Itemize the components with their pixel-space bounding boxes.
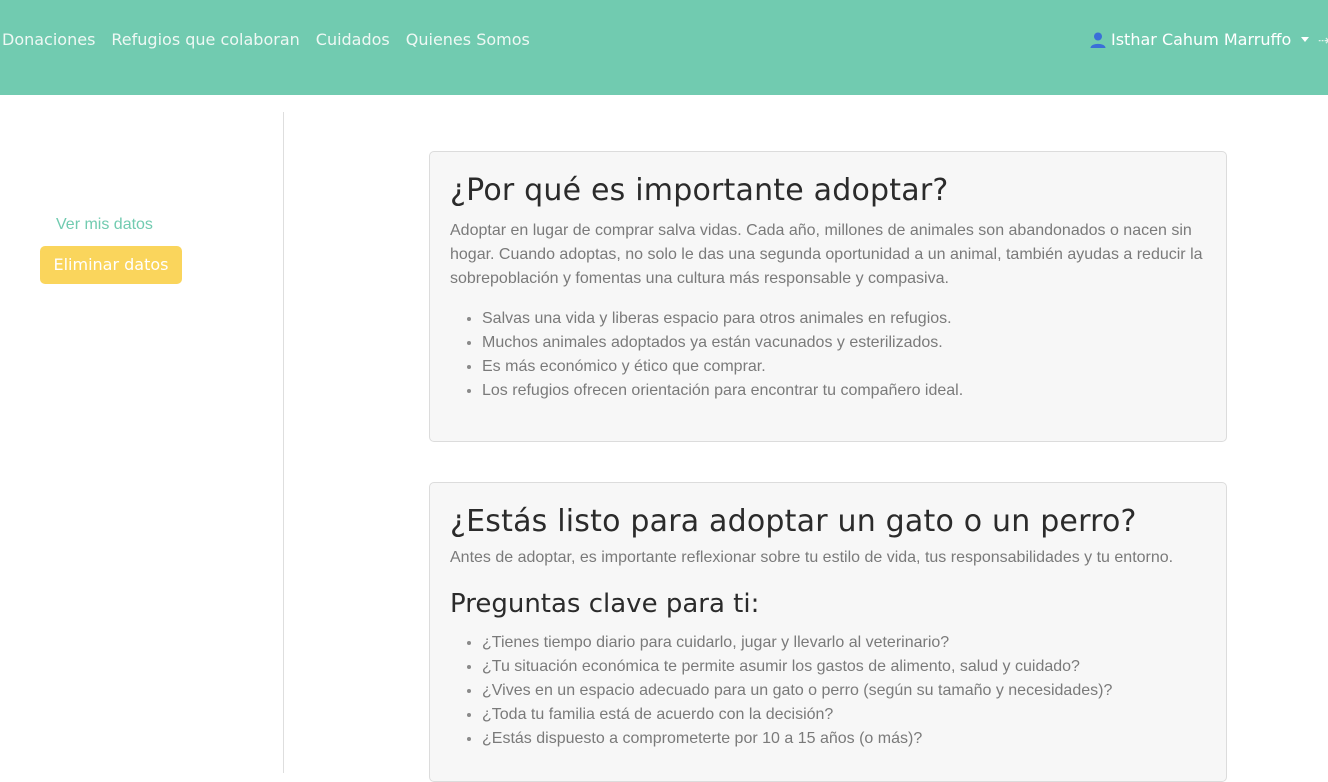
ready-to-adopt-card: ¿Estás listo para adoptar un gato o un p…	[429, 482, 1227, 782]
list-item: Muchos animales adoptados ya están vacun…	[482, 331, 1206, 355]
list-item: Es más económico y ético que comprar.	[482, 355, 1206, 379]
user-menu-dropdown[interactable]: Isthar Cahum Marruffo	[1089, 30, 1310, 49]
key-questions-list: ¿Tienes tiempo diario para cuidarlo, jug…	[450, 631, 1206, 751]
user-icon	[1089, 31, 1107, 49]
adopt-importance-intro: Adoptar en lugar de comprar salva vidas.…	[450, 222, 1203, 287]
list-item: ¿Vives en un espacio adecuado para un ga…	[482, 679, 1206, 703]
list-item: Salvas una vida y liberas espacio para o…	[482, 307, 1206, 331]
list-item: ¿Estás dispuesto a comprometerte por 10 …	[482, 727, 1206, 751]
chevron-down-icon	[1301, 37, 1310, 42]
adopt-benefits-list: Salvas una vida y liberas espacio para o…	[450, 307, 1206, 403]
adopt-importance-card: ¿Por qué es importante adoptar? Adoptar …	[429, 151, 1227, 442]
nav-link-refugios[interactable]: Refugios que colaboran	[111, 30, 299, 49]
list-item: ¿Tienes tiempo diario para cuidarlo, jug…	[482, 631, 1206, 655]
list-item: ¿Toda tu familia está de acuerdo con la …	[482, 703, 1206, 727]
sidebar-divider	[283, 112, 284, 773]
nav-link-cuidados[interactable]: Cuidados	[316, 30, 390, 49]
adopt-importance-title: ¿Por qué es importante adoptar?	[450, 173, 949, 208]
nav-link-quienes-somos[interactable]: Quienes Somos	[406, 30, 530, 49]
nav-links: Donaciones Refugios que colaboran Cuidad…	[2, 30, 530, 49]
key-questions-subtitle: Preguntas clave para ti:	[450, 589, 760, 619]
user-name: Isthar Cahum Marruffo	[1111, 30, 1292, 49]
ready-to-adopt-intro: Antes de adoptar, es importante reflexio…	[450, 549, 1174, 566]
delete-data-button[interactable]: Eliminar datos	[40, 246, 182, 284]
top-navbar: Donaciones Refugios que colaboran Cuidad…	[0, 0, 1328, 95]
list-item: ¿Tu situación económica te permite asumi…	[482, 655, 1206, 679]
ready-to-adopt-title: ¿Estás listo para adoptar un gato o un p…	[450, 504, 1137, 539]
view-my-data-link[interactable]: Ver mis datos	[56, 216, 153, 234]
list-item: Los refugios ofrecen orientación para en…	[482, 379, 1206, 403]
partial-arrow-icon: ⇢	[1318, 32, 1328, 48]
nav-link-donaciones[interactable]: Donaciones	[2, 30, 95, 49]
